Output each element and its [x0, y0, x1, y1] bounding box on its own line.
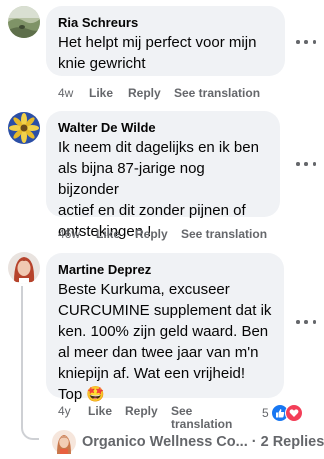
- comment-bubble[interactable]: Martine Deprez Beste Kurkuma, excuseer C…: [46, 253, 284, 403]
- comment-author[interactable]: Martine Deprez: [58, 261, 272, 278]
- comment-time[interactable]: 4y: [58, 404, 71, 418]
- like-button[interactable]: Like: [89, 86, 113, 100]
- comment-thread: Ria Schreurs Het helpt mij perfect voor …: [0, 0, 324, 459]
- comment-author[interactable]: Ria Schreurs: [58, 14, 273, 31]
- more-options-icon[interactable]: [296, 158, 316, 170]
- woman-portrait-icon: [8, 252, 40, 284]
- martine-deprez-avatar[interactable]: [8, 252, 40, 284]
- reply-button[interactable]: Reply: [125, 404, 158, 418]
- like-button[interactable]: Like: [96, 227, 120, 241]
- see-translation-line-2[interactable]: translation: [171, 417, 232, 431]
- see-translation-button[interactable]: See translation: [181, 227, 267, 241]
- walter-de-wilde-avatar[interactable]: [8, 112, 40, 144]
- see-translation-button[interactable]: See translation: [174, 86, 260, 100]
- reaction-count: 5: [262, 406, 269, 420]
- comment-text: Beste Kurkuma, excuseer CURCUMINE supple…: [58, 281, 272, 403]
- reactions-summary[interactable]: 5: [262, 404, 303, 422]
- reply-thread-line: [21, 286, 39, 440]
- comment-actions: 4y Like Reply See translation: [58, 404, 258, 432]
- more-options-icon[interactable]: [296, 36, 316, 48]
- comment-time[interactable]: 46w: [58, 227, 80, 241]
- landscape-photo-icon: [8, 6, 40, 38]
- reply-button[interactable]: Reply: [128, 86, 161, 100]
- love-reaction-icon: [284, 404, 303, 422]
- comment-actions: 4w Like Reply See translation: [58, 86, 288, 100]
- comment-time[interactable]: 4w: [58, 86, 73, 100]
- view-replies-link[interactable]: Organico Wellness Co... · 2 Replies: [82, 434, 324, 450]
- view-replies-row[interactable]: Organico Wellness Co... · 2 Replies: [52, 430, 324, 454]
- flower-photo-icon: [8, 112, 40, 144]
- more-options-icon[interactable]: [296, 316, 316, 328]
- comment-bubble[interactable]: Walter De Wilde Ik neem dit dagelijks en…: [46, 111, 280, 240]
- see-translation-line-1[interactable]: See: [171, 404, 192, 418]
- comment-text: Het helpt mij perfect voor mijn knie gew…: [58, 34, 257, 72]
- comment-actions: 46w Like Reply See translation: [58, 227, 288, 241]
- comment-bubble[interactable]: Ria Schreurs Het helpt mij perfect voor …: [46, 6, 285, 76]
- reply-button[interactable]: Reply: [135, 227, 168, 241]
- like-button[interactable]: Like: [88, 404, 112, 418]
- ria-schreurs-avatar[interactable]: [8, 6, 40, 38]
- organico-avatar-icon: [52, 430, 76, 454]
- comment-author[interactable]: Walter De Wilde: [58, 119, 268, 136]
